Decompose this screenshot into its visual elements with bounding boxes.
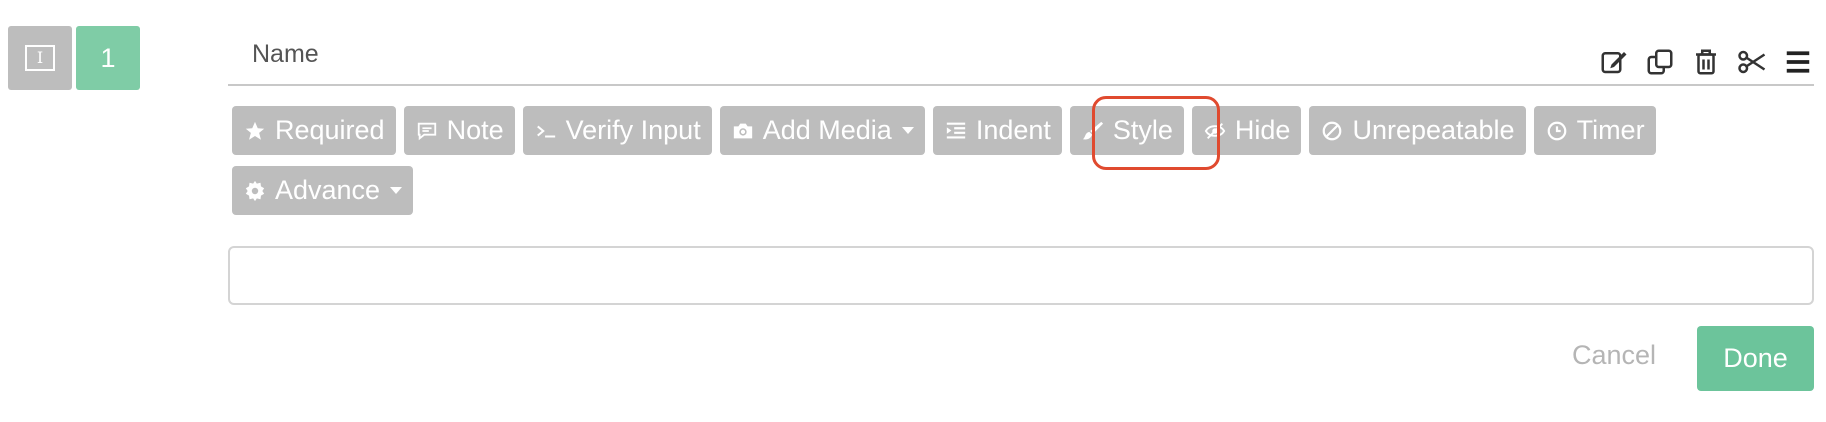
menu-icon[interactable] bbox=[1782, 46, 1814, 78]
clock-icon bbox=[1545, 119, 1569, 143]
chevron-down-icon bbox=[901, 127, 914, 134]
trash-icon[interactable] bbox=[1690, 46, 1722, 78]
edit-icon[interactable] bbox=[1598, 46, 1630, 78]
style-button[interactable]: Style bbox=[1069, 106, 1184, 155]
eye-slash-icon bbox=[1203, 119, 1227, 143]
advance-dropdown[interactable]: Advance bbox=[232, 166, 414, 215]
camera-icon bbox=[731, 119, 755, 143]
chevron-down-icon bbox=[390, 187, 403, 194]
answer-input[interactable] bbox=[228, 246, 1814, 305]
duplicate-icon[interactable] bbox=[1644, 46, 1676, 78]
done-button[interactable]: Done bbox=[1697, 326, 1814, 391]
question-tools bbox=[1598, 46, 1814, 78]
option-toolbar-row-2: Advance bbox=[232, 166, 414, 215]
note-button[interactable]: Note bbox=[403, 106, 515, 155]
option-toolbar-row-1: Required Note Verify Input Add Media Ind… bbox=[232, 106, 1656, 155]
comment-icon bbox=[415, 119, 439, 143]
star-icon bbox=[243, 119, 267, 143]
required-button[interactable]: Required bbox=[232, 106, 396, 155]
ban-icon bbox=[1320, 119, 1344, 143]
timer-button[interactable]: Timer bbox=[1533, 106, 1656, 155]
paint-brush-icon bbox=[1081, 119, 1105, 143]
question-number-badge: 1 bbox=[76, 26, 140, 90]
unrepeatable-button[interactable]: Unrepeatable bbox=[1309, 106, 1526, 155]
question-header: Name bbox=[228, 26, 1814, 86]
terminal-icon bbox=[534, 119, 558, 143]
verify-input-button[interactable]: Verify Input bbox=[522, 106, 712, 155]
question-type-badge[interactable]: I bbox=[8, 26, 72, 90]
cancel-button[interactable]: Cancel bbox=[1572, 340, 1656, 371]
text-field-icon: I bbox=[25, 45, 55, 71]
gear-icon bbox=[243, 179, 267, 203]
add-media-dropdown[interactable]: Add Media bbox=[719, 106, 925, 155]
indent-button[interactable]: Indent bbox=[932, 106, 1062, 155]
scissors-icon[interactable] bbox=[1736, 46, 1768, 78]
indent-icon bbox=[944, 119, 968, 143]
hide-button[interactable]: Hide bbox=[1191, 106, 1302, 155]
question-name-label[interactable]: Name bbox=[252, 40, 319, 69]
